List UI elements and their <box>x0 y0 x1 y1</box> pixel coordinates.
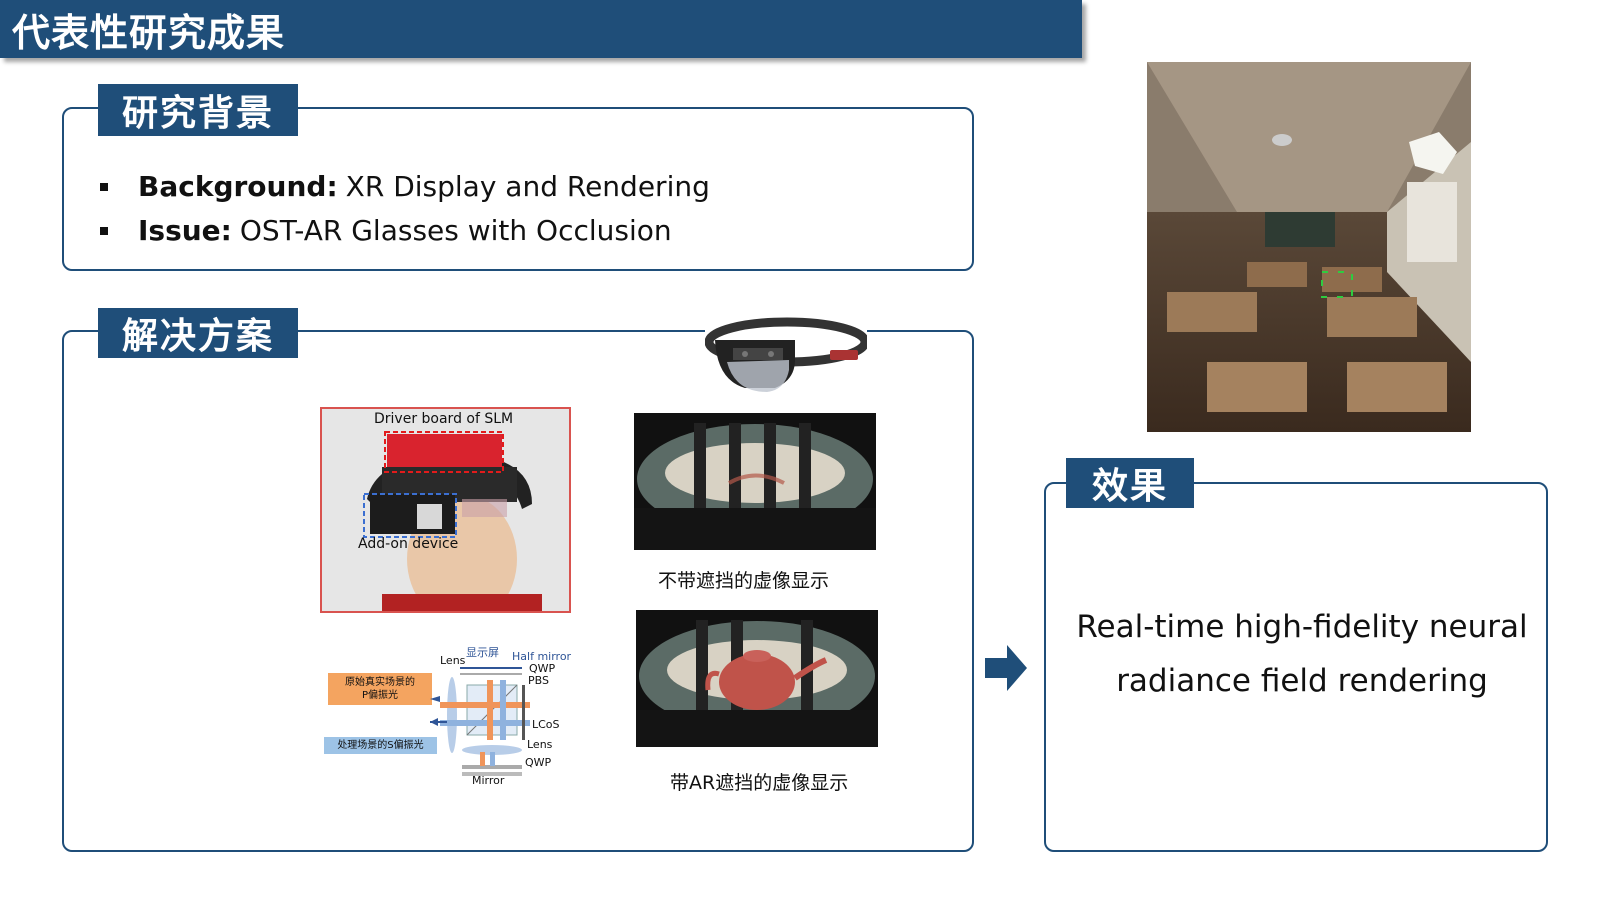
caption-with-occlusion: 带AR遮挡的虚像显示 <box>670 772 849 794</box>
background-tag: 研究背景 <box>98 84 298 136</box>
virtual-image-no-occlusion <box>634 413 876 550</box>
bullet-icon <box>100 183 108 191</box>
item-text: XR Display and Rendering <box>345 170 710 203</box>
page-title: 代表性研究成果 <box>12 11 286 55</box>
prototype-photo: Driver board of SLM Add-on device <box>320 407 571 613</box>
result-description: Real-time high-fidelity neural radiance … <box>1048 600 1556 708</box>
title-bar: 代表性研究成果 <box>0 0 1082 58</box>
lcos-label: LCoS <box>532 718 560 731</box>
item-label: Background: <box>138 170 338 203</box>
display-screen-label: 显示屏 <box>466 646 499 659</box>
optical-diagram: 原始真实场景的 P偏振光 处理场景的S偏振光 显示屏 Lens Half mir… <box>322 646 582 810</box>
solution-tag: 解决方案 <box>98 308 298 358</box>
lens-top-label: Lens <box>440 654 466 667</box>
background-list: Background: XR Display and Rendering Iss… <box>100 165 710 253</box>
driver-board-label: Driver board of SLM <box>374 411 514 427</box>
hololens-image <box>705 300 867 410</box>
qwp-bottom-label: QWP <box>525 756 552 769</box>
addon-device-label: Add-on device <box>358 536 459 552</box>
list-item: Background: XR Display and Rendering <box>100 165 710 209</box>
caption-no-occlusion: 不带遮挡的虚像显示 <box>658 570 830 592</box>
item-label: Issue: <box>138 214 232 247</box>
pbs-label: PBS <box>528 674 549 687</box>
nerf-rendering-image <box>1147 62 1471 432</box>
right-arrow-icon <box>985 645 1027 695</box>
result-line-2: radiance field rendering <box>1116 663 1488 699</box>
mirror-label: Mirror <box>472 774 505 787</box>
virtual-image-with-occlusion <box>636 610 878 747</box>
result-line-1: Real-time high-fidelity neural <box>1076 609 1528 645</box>
result-tag: 效果 <box>1066 458 1194 508</box>
item-text: OST-AR Glasses with Occlusion <box>239 214 672 247</box>
list-item: Issue: OST-AR Glasses with Occlusion <box>100 209 710 253</box>
lens-bottom-label: Lens <box>527 738 553 751</box>
bullet-icon <box>100 227 108 235</box>
